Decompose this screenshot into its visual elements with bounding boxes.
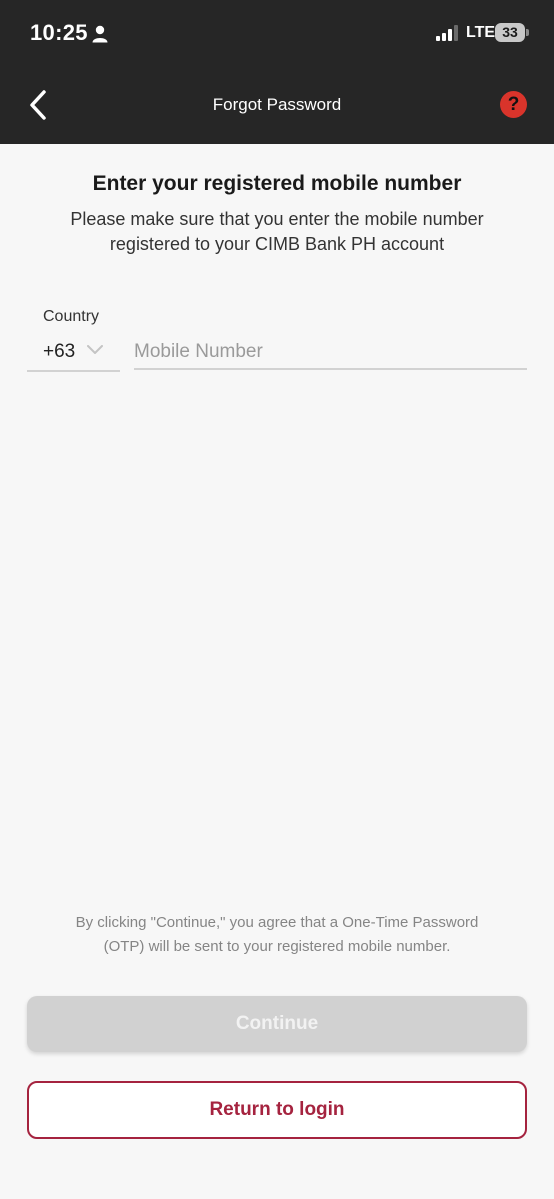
page-title: Forgot Password (212, 95, 342, 114)
battery-level: 33 (495, 23, 525, 42)
country-code-select[interactable]: +63 (27, 336, 120, 372)
form-heading: Enter your registered mobile number (92, 172, 462, 195)
top-bar: 10:25 LTE 33 Forgot Password ? (0, 0, 554, 144)
return-to-login-button[interactable]: Return to login (27, 1081, 527, 1139)
continue-button[interactable]: Continue (27, 996, 527, 1052)
person-icon (92, 25, 108, 43)
form-subtext: Please make sure that you enter the mobi… (70, 209, 484, 254)
signal-icon (436, 25, 458, 41)
mobile-number-input[interactable] (134, 336, 527, 370)
country-label: Country (43, 308, 100, 325)
battery-tip (526, 29, 529, 36)
otp-disclaimer: By clicking "Continue," you agree that a… (75, 914, 479, 955)
chevron-down-icon (87, 345, 103, 354)
network-label: LTE (466, 24, 496, 41)
battery-icon: 33 (495, 23, 529, 42)
country-code-value: +63 (43, 341, 76, 362)
status-time: 10:25 (30, 20, 88, 45)
help-icon[interactable]: ? (500, 91, 527, 118)
